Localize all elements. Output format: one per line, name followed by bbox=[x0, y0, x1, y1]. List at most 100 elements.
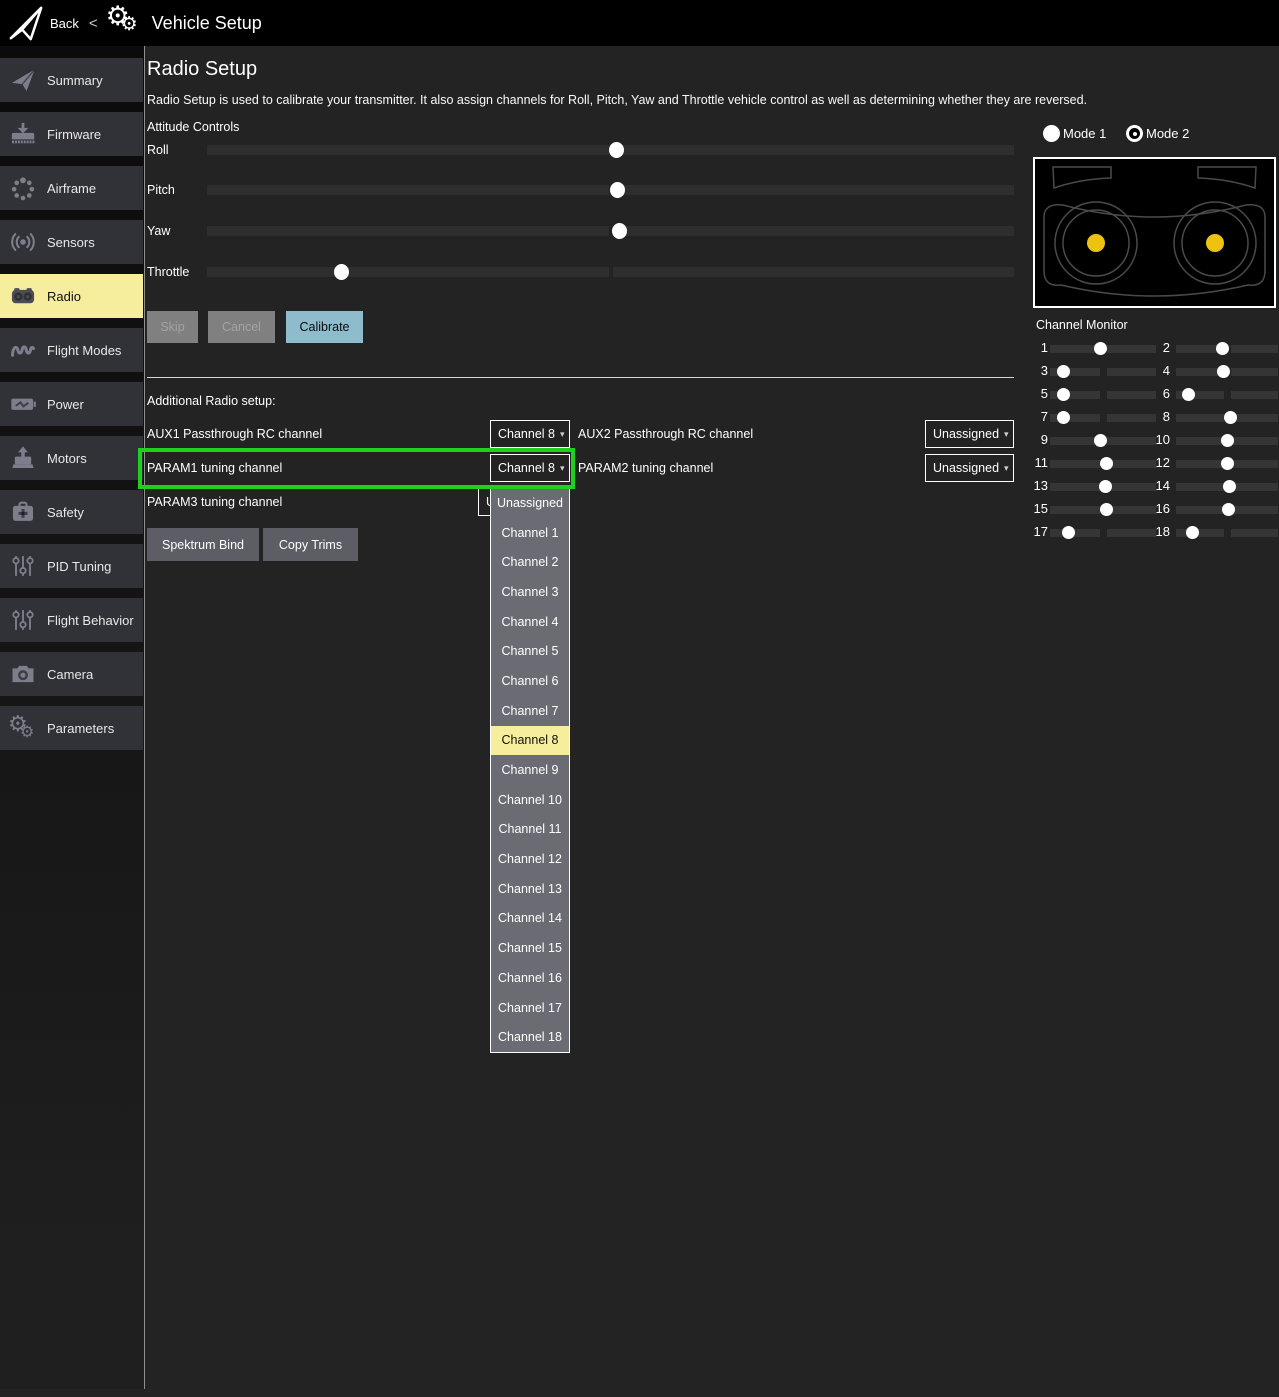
dropdown-option[interactable]: Channel 15 bbox=[491, 933, 569, 963]
dropdown-option[interactable]: Channel 3 bbox=[491, 577, 569, 607]
copy-trims-button[interactable]: Copy Trims bbox=[263, 528, 358, 561]
dropdown-option[interactable]: Channel 12 bbox=[491, 844, 569, 874]
slider-knob[interactable] bbox=[612, 223, 627, 239]
dropdown-option[interactable]: Channel 8 bbox=[491, 726, 569, 756]
cancel-button[interactable]: Cancel bbox=[208, 311, 275, 343]
field-label: AUX2 Passthrough RC channel bbox=[578, 420, 753, 448]
calibrate-button[interactable]: Calibrate bbox=[286, 311, 363, 343]
channel-value-dot bbox=[1057, 365, 1070, 378]
dropdown-option[interactable]: Unassigned bbox=[491, 488, 569, 518]
sidebar-item-firmware[interactable]: Firmware bbox=[0, 112, 143, 156]
attitude-slider-row-throttle: Throttle bbox=[147, 264, 1015, 280]
channel-number: 2 bbox=[1152, 340, 1170, 355]
channel-value-dot bbox=[1216, 342, 1229, 355]
slider-knob[interactable] bbox=[609, 142, 624, 158]
channel-value-dot bbox=[1057, 411, 1070, 424]
sidebar-item-label: Parameters bbox=[47, 721, 114, 736]
channel-value-dot bbox=[1099, 480, 1112, 493]
spektrum-bind-button[interactable]: Spektrum Bind bbox=[147, 528, 259, 561]
channel-combo-box[interactable]: Unassigned▾ bbox=[925, 454, 1014, 482]
channel-combo-box[interactable]: Unassigned▾ bbox=[925, 420, 1014, 448]
combo-value: Unassigned bbox=[933, 427, 999, 441]
power-icon bbox=[8, 389, 38, 419]
channel-number: 4 bbox=[1152, 363, 1170, 378]
dropdown-option[interactable]: Channel 1 bbox=[491, 518, 569, 548]
skip-button[interactable]: Skip bbox=[147, 311, 198, 343]
channel-monitor: 123456789101112131415161718 bbox=[1030, 337, 1279, 547]
right-stick-dot bbox=[1206, 234, 1224, 252]
channel-number: 8 bbox=[1152, 409, 1170, 424]
attitude-slider-row-pitch: Pitch bbox=[147, 182, 1015, 198]
channel-monitor-row: 1718 bbox=[1030, 521, 1279, 544]
sidebar-divider bbox=[144, 46, 145, 1389]
sidebar-item-label: PID Tuning bbox=[47, 559, 111, 574]
app-logo-paper-plane-icon[interactable] bbox=[6, 3, 46, 43]
dropdown-option[interactable]: Channel 7 bbox=[491, 696, 569, 726]
sidebar-item-flight-behavior[interactable]: Flight Behavior bbox=[0, 598, 143, 642]
sidebar-item-flight-modes[interactable]: Flight Modes bbox=[0, 328, 143, 372]
slider-track[interactable] bbox=[207, 185, 1014, 195]
dropdown-option[interactable]: Channel 5 bbox=[491, 636, 569, 666]
sidebar-item-parameters[interactable]: ⚙⚙Parameters bbox=[0, 706, 143, 750]
channel-number: 13 bbox=[1030, 478, 1048, 493]
field-label: AUX1 Passthrough RC channel bbox=[147, 420, 322, 448]
radio-button-icon[interactable] bbox=[1126, 125, 1143, 142]
slider-knob[interactable] bbox=[334, 264, 349, 280]
additional-radio-setup-heading: Additional Radio setup: bbox=[147, 394, 276, 408]
page-title: Radio Setup bbox=[147, 58, 257, 81]
sidebar-item-pid-tuning[interactable]: PID Tuning bbox=[0, 544, 143, 588]
sidebar-item-power[interactable]: Power bbox=[0, 382, 143, 426]
channel-monitor-row: 1516 bbox=[1030, 498, 1279, 521]
channel-combo-box[interactable]: Channel 8▾ bbox=[490, 454, 570, 482]
dropdown-option[interactable]: Channel 16 bbox=[491, 963, 569, 993]
channel-number: 5 bbox=[1030, 386, 1048, 401]
dropdown-option[interactable]: Channel 13 bbox=[491, 874, 569, 904]
chevron-down-icon: ▾ bbox=[560, 429, 565, 440]
safety-icon bbox=[8, 497, 38, 527]
channel-monitor-row: 12 bbox=[1030, 337, 1279, 360]
channel-value-dot bbox=[1094, 342, 1107, 355]
dropdown-option[interactable]: Channel 2 bbox=[491, 547, 569, 577]
dropdown-option[interactable]: Channel 18 bbox=[491, 1022, 569, 1052]
sidebar-item-label: Camera bbox=[47, 667, 93, 682]
radio-button-icon[interactable] bbox=[1043, 125, 1060, 142]
mode-radio-2[interactable]: Mode 2 bbox=[1126, 125, 1189, 142]
channel-number: 3 bbox=[1030, 363, 1048, 378]
transmitter-image bbox=[1033, 157, 1276, 308]
section-divider bbox=[147, 377, 1014, 378]
mode-radio-1[interactable]: Mode 1 bbox=[1043, 125, 1106, 142]
slider-track[interactable] bbox=[207, 226, 1014, 236]
dropdown-option[interactable]: Channel 6 bbox=[491, 666, 569, 696]
channel-value-dot bbox=[1100, 503, 1113, 516]
sidebar-item-motors[interactable]: Motors bbox=[0, 436, 143, 480]
channel-value-dot bbox=[1217, 365, 1230, 378]
sidebar-item-radio[interactable]: Radio bbox=[0, 274, 143, 318]
sidebar-item-airframe[interactable]: Airframe bbox=[0, 166, 143, 210]
sidebar-item-summary[interactable]: Summary bbox=[0, 58, 143, 102]
dropdown-option[interactable]: Channel 11 bbox=[491, 815, 569, 845]
channel-value-dot bbox=[1094, 434, 1107, 447]
page-header-title: Vehicle Setup bbox=[152, 13, 262, 34]
top-toolbar: Back < ⚙⚙ Vehicle Setup bbox=[0, 0, 1279, 46]
channel-value-dot bbox=[1100, 457, 1113, 470]
slider-track[interactable] bbox=[207, 267, 1014, 277]
channel-monitor-row: 910 bbox=[1030, 429, 1279, 452]
sidebar-item-safety[interactable]: Safety bbox=[0, 490, 143, 534]
dropdown-option[interactable]: Channel 17 bbox=[491, 993, 569, 1023]
sidebar-item-camera[interactable]: Camera bbox=[0, 652, 143, 696]
sidebar-item-sensors[interactable]: Sensors bbox=[0, 220, 143, 264]
mode-label: Mode 2 bbox=[1146, 126, 1189, 141]
dropdown-option[interactable]: Channel 10 bbox=[491, 785, 569, 815]
dropdown-option[interactable]: Channel 4 bbox=[491, 607, 569, 637]
channel-combo-box[interactable]: Channel 8▾ bbox=[490, 420, 570, 448]
slider-track[interactable] bbox=[207, 145, 1014, 155]
dropdown-option[interactable]: Channel 14 bbox=[491, 904, 569, 934]
sidebar-item-label: Motors bbox=[47, 451, 87, 466]
sidebar-item-label: Summary bbox=[47, 73, 103, 88]
sidebar-item-label: Safety bbox=[47, 505, 84, 520]
channel-value-dot bbox=[1186, 526, 1199, 539]
channel-number: 11 bbox=[1030, 455, 1048, 470]
slider-knob[interactable] bbox=[610, 182, 625, 198]
back-button[interactable]: Back bbox=[50, 16, 79, 31]
dropdown-option[interactable]: Channel 9 bbox=[491, 755, 569, 785]
